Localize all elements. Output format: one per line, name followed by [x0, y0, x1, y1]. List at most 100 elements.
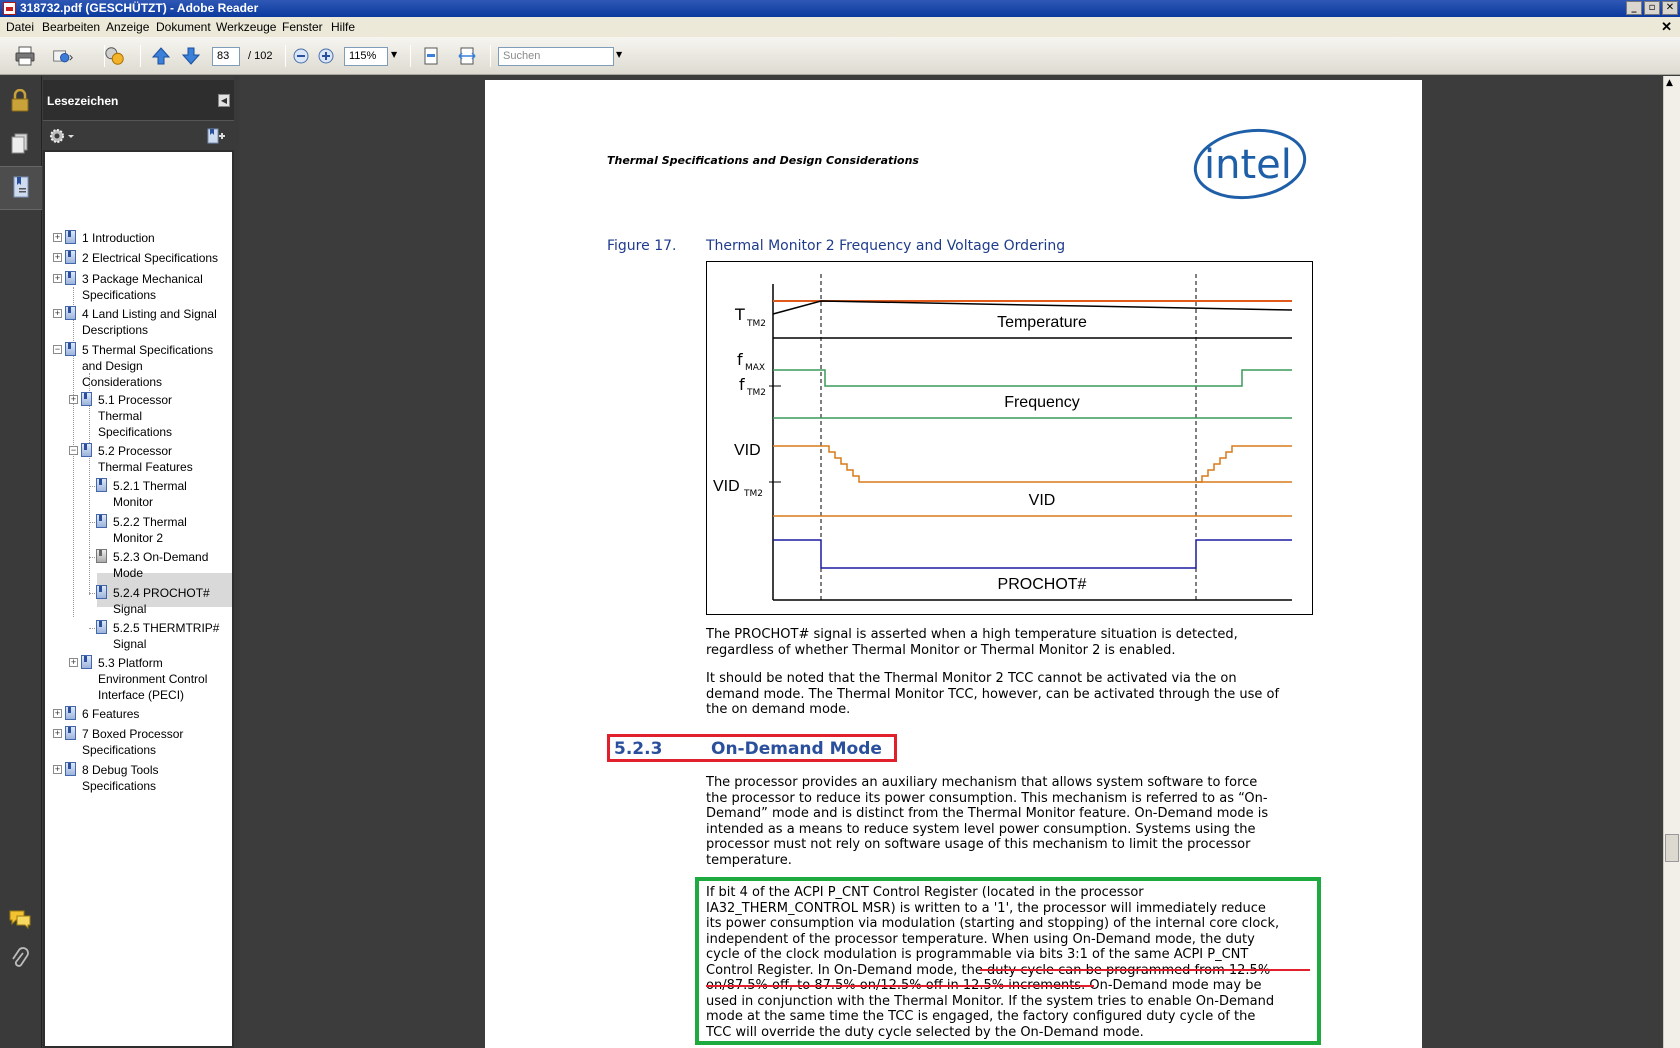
red-underline	[706, 985, 1094, 987]
pages-icon[interactable]	[7, 131, 33, 157]
svg-text:TM2: TM2	[746, 319, 766, 329]
expand-icon[interactable]: +	[53, 765, 62, 774]
collapse-icon[interactable]: −	[69, 446, 78, 455]
svg-text:f: f	[737, 350, 743, 369]
svg-text:PROCHOT#: PROCHOT#	[998, 576, 1087, 593]
bookmark-icon	[65, 342, 76, 356]
page-total: / 102	[248, 50, 273, 62]
section-number: 5.2.3	[614, 739, 663, 759]
zoom-dropdown-icon[interactable]: ▼	[391, 50, 397, 59]
bookmark-icon	[65, 762, 76, 776]
scroll-up-icon[interactable]: ▲	[1666, 78, 1673, 88]
bookmarks-panel: Lesezeichen ◀ + 1 Introduction + 2 Elect…	[43, 80, 234, 1048]
security-lock-icon[interactable]	[7, 88, 33, 114]
bookmarks-toolbar	[43, 120, 234, 150]
expand-icon[interactable]: +	[69, 658, 78, 667]
svg-text:Temperature: Temperature	[997, 314, 1087, 331]
collaborate-icon[interactable]	[104, 45, 126, 67]
menu-anzeige[interactable]: Anzeige	[106, 20, 149, 34]
fit-width-icon[interactable]	[456, 45, 478, 67]
bookmark-icon	[81, 392, 92, 406]
paragraph-tm2-note: It should be noted that the Thermal Moni…	[706, 671, 1280, 717]
next-page-icon[interactable]	[180, 45, 202, 67]
figure-number: Figure 17.	[607, 238, 677, 254]
pdf-file-icon	[3, 2, 16, 15]
bookmark-icon	[65, 706, 76, 720]
zoom-level-input[interactable]: 115%	[344, 47, 388, 66]
paragraph-prochot: The PROCHOT# signal is asserted when a h…	[706, 627, 1238, 658]
menu-werkzeuge[interactable]: Werkzeuge	[216, 20, 276, 34]
print-icon[interactable]	[14, 45, 36, 67]
navigation-pane-strip	[0, 76, 42, 1048]
menu-dokument[interactable]: Dokument	[156, 20, 211, 34]
svg-text:VID: VID	[734, 442, 761, 459]
pdf-page: Thermal Specifications and Design Consid…	[485, 80, 1422, 1048]
comments-icon[interactable]	[7, 906, 33, 932]
fit-page-icon[interactable]	[420, 45, 442, 67]
bookmark-icon	[96, 549, 107, 563]
attachments-paperclip-icon[interactable]	[7, 946, 33, 972]
svg-text:TM2: TM2	[743, 489, 763, 499]
section-heading-highlight: 5.2.3 On-Demand Mode	[607, 734, 897, 762]
paragraph-acpi-pcnt: If bit 4 of the ACPI P_CNT Control Regis…	[706, 885, 1280, 1040]
search-input[interactable]: Suchen	[498, 47, 614, 66]
bookmark-icon	[81, 443, 92, 457]
bookmark-icon	[65, 726, 76, 740]
bookmark-icon	[81, 655, 92, 669]
email-icon[interactable]	[52, 45, 74, 67]
collapse-panel-button[interactable]: ◀	[218, 94, 230, 107]
expand-icon[interactable]: +	[53, 253, 62, 262]
expand-icon[interactable]: +	[69, 395, 78, 404]
bookmark-icon	[96, 478, 107, 492]
section-title: On-Demand Mode	[711, 739, 882, 759]
bookmark-icon	[65, 230, 76, 244]
running-header: Thermal Specifications and Design Consid…	[607, 154, 919, 167]
zoom-in-icon[interactable]	[315, 45, 337, 67]
bookmark-icon	[65, 250, 76, 264]
new-bookmark-icon[interactable]	[206, 127, 226, 149]
svg-text:intel: intel	[1204, 142, 1292, 188]
menu-datei[interactable]: Datei	[6, 20, 34, 34]
menu-fenster[interactable]: Fenster	[282, 20, 323, 34]
expand-icon[interactable]: +	[53, 309, 62, 318]
menu-hilfe[interactable]: Hilfe	[331, 20, 355, 34]
svg-text:VID: VID	[713, 478, 740, 495]
bookmark-icon	[96, 585, 107, 599]
timing-diagram: T TM2 Temperature f MAX f TM2 Frequency …	[706, 261, 1313, 615]
bookmarks-icon[interactable]	[0, 166, 42, 210]
page-number-input[interactable]: 83	[212, 47, 240, 66]
svg-text:T: T	[734, 305, 745, 324]
document-view[interactable]: Thermal Specifications and Design Consid…	[239, 76, 1663, 1048]
close-window-button[interactable]: ✕	[1662, 1, 1678, 15]
minimize-button[interactable]: _	[1626, 1, 1642, 15]
search-dropdown-icon[interactable]: ▼	[616, 50, 622, 59]
expand-icon[interactable]: +	[53, 729, 62, 738]
bookmark-icon	[65, 271, 76, 285]
menu-bearbeiten[interactable]: Bearbeiten	[42, 20, 100, 34]
bookmarks-tree: + 1 Introduction + 2 Electrical Specific…	[45, 152, 232, 1046]
toolbar: 83 / 102 115% ▼ Suchen ▼	[0, 37, 1680, 75]
options-gear-icon[interactable]	[49, 128, 77, 148]
expand-icon[interactable]: +	[53, 274, 62, 283]
svg-text:VID: VID	[1029, 492, 1056, 509]
bookmark-icon	[96, 514, 107, 528]
previous-page-icon[interactable]	[150, 45, 172, 67]
bookmark-icon	[96, 620, 107, 634]
zoom-out-icon[interactable]	[290, 45, 312, 67]
red-underline	[980, 969, 1310, 971]
maximize-button[interactable]: ▫	[1644, 1, 1660, 15]
vertical-scrollbar[interactable]: ▲	[1663, 76, 1680, 1048]
svg-text:Frequency: Frequency	[1004, 394, 1080, 411]
bookmarks-panel-title: Lesezeichen	[47, 94, 119, 108]
collapse-icon[interactable]: −	[53, 345, 62, 354]
menu-bar: Datei Bearbeiten Anzeige Dokument Werkze…	[0, 17, 1680, 37]
paragraph-on-demand-intro: The processor provides an auxiliary mech…	[706, 775, 1269, 868]
svg-text:TM2: TM2	[746, 388, 766, 398]
window-title: 318732.pdf (GESCHÜTZT) - Adobe Reader	[20, 1, 259, 15]
scrollbar-thumb[interactable]	[1665, 834, 1679, 862]
svg-text:f: f	[739, 375, 745, 394]
close-document-icon[interactable]: ✕	[1661, 19, 1672, 35]
expand-icon[interactable]: +	[53, 709, 62, 718]
intel-logo: intel	[1192, 126, 1308, 206]
expand-icon[interactable]: +	[53, 233, 62, 242]
